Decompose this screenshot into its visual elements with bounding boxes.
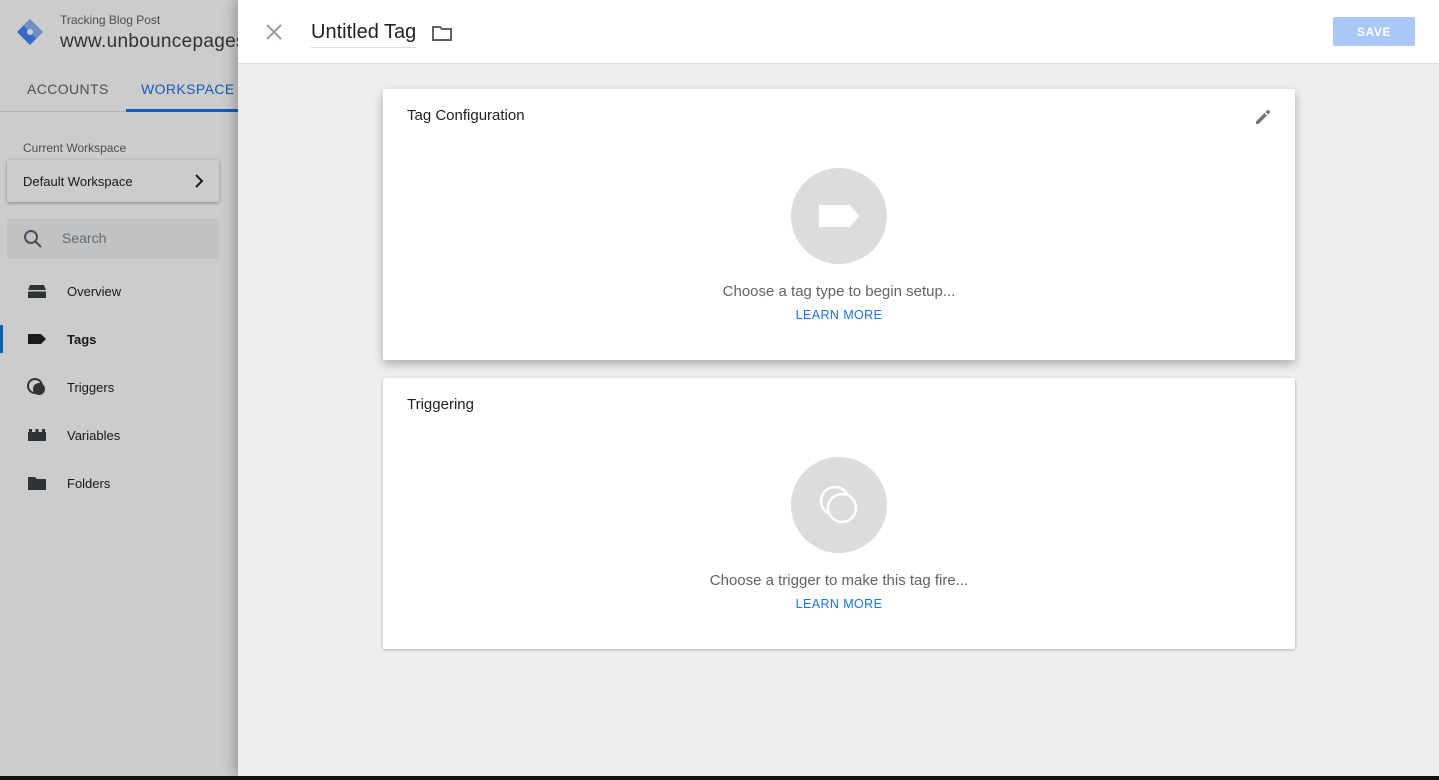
pencil-icon[interactable] <box>1253 107 1273 127</box>
tag-name-field[interactable]: Untitled Tag <box>311 21 417 48</box>
tag-config-hint: Choose a tag type to begin setup... <box>722 283 956 300</box>
card-title: Triggering <box>407 396 474 413</box>
learn-more-link[interactable]: LEARN MORE <box>796 597 883 611</box>
tag-icon <box>819 205 859 227</box>
folder-icon[interactable] <box>431 23 453 43</box>
triggering-hint: Choose a trigger to make this tag fire..… <box>709 572 969 589</box>
tag-editor-panel: Untitled Tag SAVE Tag Configuration Choo… <box>238 0 1439 776</box>
card-title: Tag Configuration <box>407 107 525 124</box>
trigger-icon <box>819 485 858 524</box>
window-bottom-edge <box>0 776 1439 780</box>
choose-tag-type-button[interactable] <box>791 168 887 264</box>
save-button[interactable]: SAVE <box>1333 17 1415 46</box>
triggering-card[interactable]: Triggering Choose a trigger to make this… <box>383 378 1295 649</box>
close-icon[interactable] <box>262 20 286 44</box>
tag-editor-header: Untitled Tag SAVE <box>238 0 1439 64</box>
choose-trigger-button[interactable] <box>791 457 887 553</box>
tag-configuration-card[interactable]: Tag Configuration Choose a tag type to b… <box>383 89 1295 360</box>
learn-more-link[interactable]: LEARN MORE <box>796 308 883 322</box>
